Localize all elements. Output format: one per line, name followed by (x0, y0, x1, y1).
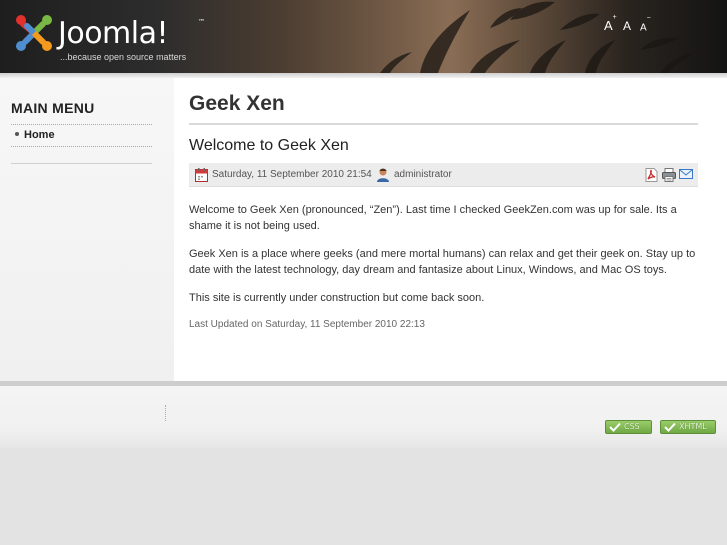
article-paragraph: This site is currently under constructio… (189, 292, 485, 304)
page-background (0, 448, 727, 545)
title-divider (189, 123, 698, 125)
calendar-icon (195, 168, 208, 182)
css-valid-badge[interactable]: CSS (605, 420, 652, 434)
main-menu-title: MAIN MENU (11, 100, 95, 116)
font-decrease-button[interactable]: A− (640, 15, 651, 34)
logo-tagline: ...because open source matters (60, 52, 187, 62)
sidebar-item-label: Home (24, 129, 55, 141)
sidebar-item-home[interactable]: Home (15, 129, 55, 141)
font-decrease-label: A (640, 22, 647, 34)
site-header: Joomla! ™ ...because open source matters… (0, 0, 727, 73)
bullet-icon (15, 132, 19, 137)
article-paragraph: Geek Xen is a place where geeks (and mer… (189, 248, 696, 276)
joomla-logo-icon (16, 15, 52, 51)
sidebar-divider (11, 163, 152, 164)
font-reset-button[interactable]: A (623, 19, 631, 33)
footer-divider (165, 405, 166, 421)
email-icon[interactable] (679, 168, 693, 180)
font-increase-button[interactable]: A+ (604, 14, 617, 33)
article-title: Welcome to Geek Xen (189, 137, 349, 154)
article-meta-bar: Saturday, 11 September 2010 21:54 admini… (189, 163, 698, 187)
joomla-wordmark: Joomla! (58, 16, 169, 51)
css-badge-label: CSS (624, 422, 640, 431)
article-author: administrator (394, 169, 452, 180)
pdf-icon[interactable] (645, 168, 658, 182)
sidebar: MAIN MENU Home (0, 78, 174, 381)
check-icon (664, 422, 676, 432)
article-date: Saturday, 11 September 2010 21:54 (212, 169, 372, 180)
font-increase-label: A (604, 18, 613, 33)
page-title: Geek Xen (189, 92, 285, 115)
user-icon (377, 168, 389, 182)
print-icon[interactable] (662, 168, 676, 182)
last-updated: Last Updated on Saturday, 11 September 2… (189, 319, 425, 330)
main-menu-list: Home (11, 124, 152, 147)
trademark-mark: ™ (198, 18, 205, 26)
xhtml-valid-badge[interactable]: XHTML (660, 420, 716, 434)
site-footer: CSS XHTML (0, 386, 727, 448)
main-content: Geek Xen Welcome to Geek Xen Saturday, 1… (174, 78, 727, 381)
joomla-logo[interactable]: Joomla! ™ ...because open source matters (13, 12, 213, 66)
article-paragraph: Welcome to Geek Xen (pronounced, “Zen”).… (189, 204, 677, 232)
check-icon (609, 422, 621, 432)
xhtml-badge-label: XHTML (679, 422, 707, 431)
